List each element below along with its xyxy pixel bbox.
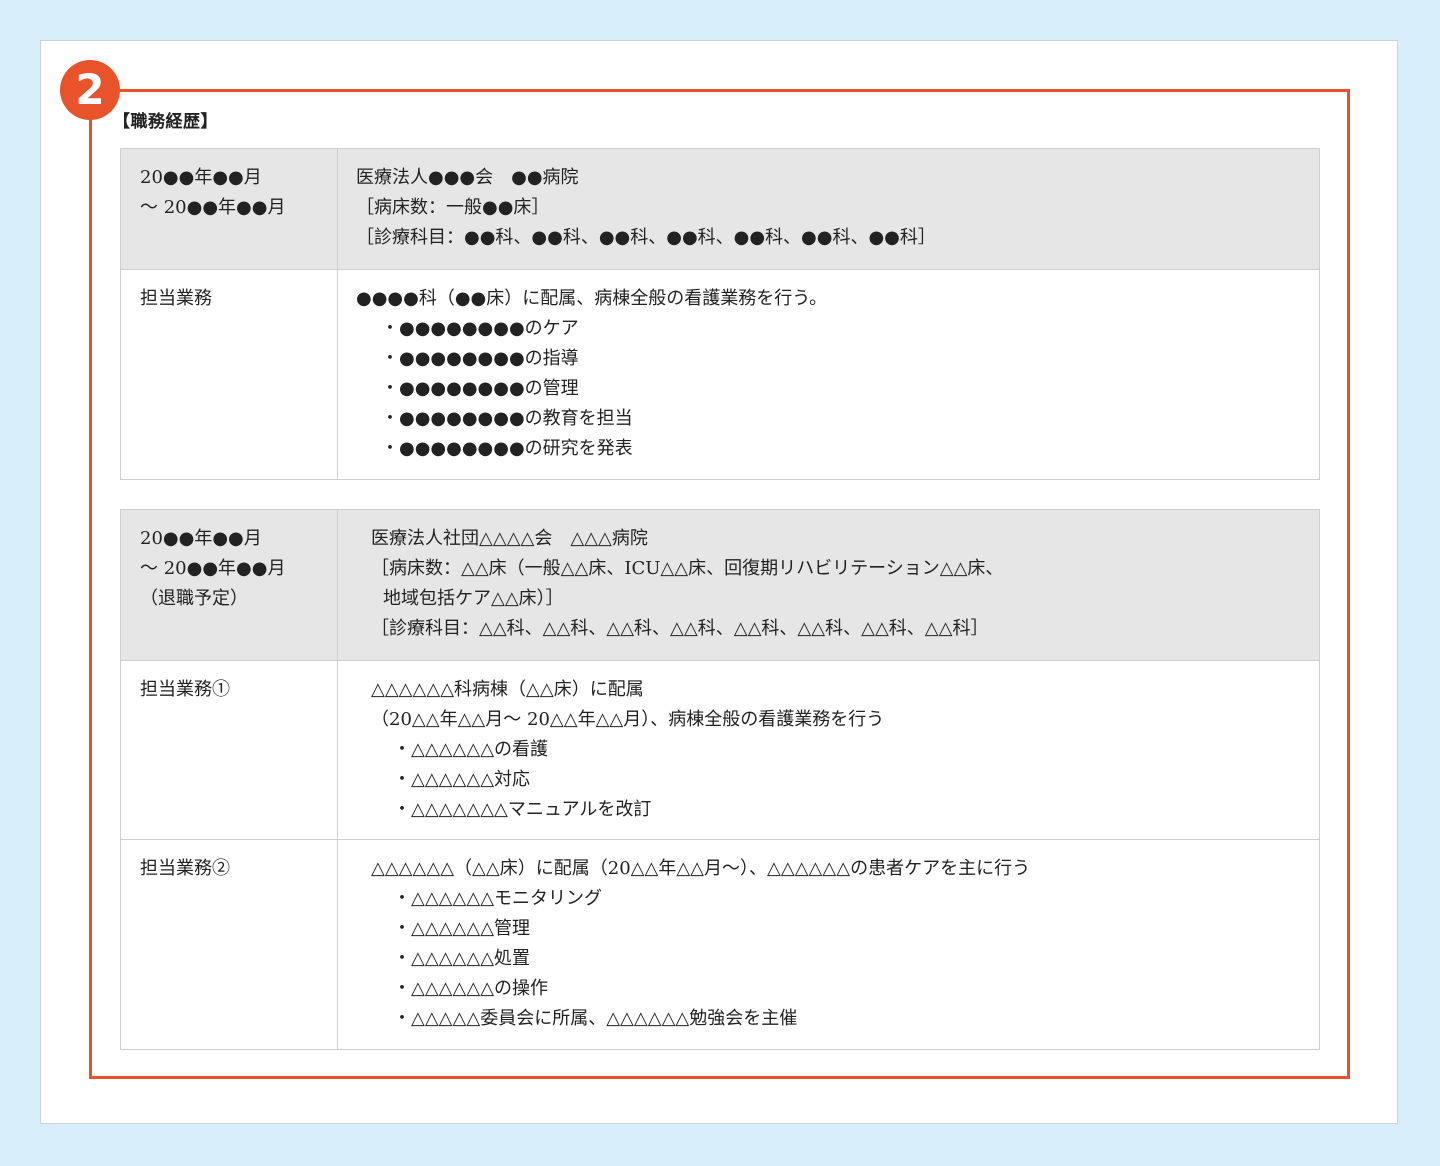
bed-count: ［病床数：一般●●床］ bbox=[356, 197, 550, 218]
list-item: ・△△△△△委員会に所属、△△△△△△勉強会を主催 bbox=[393, 1008, 798, 1029]
duty-label: 担当業務① bbox=[120, 660, 338, 840]
list-item: ・△△△△△△対応 bbox=[393, 769, 531, 790]
duty-summary: （20△△年△△月～ 20△△年△△月）、病棟全般の看護業務を行う bbox=[371, 709, 885, 730]
list-item: ・△△△△△△処置 bbox=[393, 948, 531, 969]
duty-content: △△△△△△科病棟（△△床）に配属 （20△△年△△月～ 20△△年△△月）、病… bbox=[337, 660, 1320, 840]
duty-bullet-list: ・△△△△△△の看護 ・△△△△△△対応 ・△△△△△△△マニュアルを改訂 bbox=[371, 735, 1301, 825]
departments: ［診療科目：△△科、△△科、△△科、△△科、△△科、△△科、△△科、△△科］ bbox=[371, 618, 989, 639]
duty-bullet-list: ・●●●●●●●●のケア ・●●●●●●●●の指導 ・●●●●●●●●の管理 ・… bbox=[356, 314, 1301, 464]
duty-summary: △△△△△△科病棟（△△床）に配属 bbox=[371, 679, 644, 700]
bed-count: ［病床数：△△床（一般△△床、ICU△△床、回復期リハビリテーション△△床、 bbox=[371, 558, 1004, 579]
duty-row: 担当業務① △△△△△△科病棟（△△床）に配属 （20△△年△△月～ 20△△年… bbox=[120, 660, 1320, 840]
bed-count-continued: 地域包括ケア△△床）］ bbox=[383, 588, 564, 609]
organization-name: 医療法人社団△△△△会 △△△病院 bbox=[371, 528, 648, 549]
period-end: ～ 20●●年●●月 bbox=[140, 558, 286, 579]
duty-summary: △△△△△△（△△床）に配属（20△△年△△月～）、△△△△△△の患者ケアを主に… bbox=[371, 858, 1031, 879]
period-end: ～ 20●●年●●月 bbox=[140, 197, 286, 218]
list-item: ・●●●●●●●●の教育を担当 bbox=[381, 408, 633, 429]
list-item: ・●●●●●●●●の指導 bbox=[381, 348, 579, 369]
period-start: 20●●年●●月 bbox=[140, 528, 262, 549]
employment-period: 20●●年●●月 ～ 20●●年●●月 bbox=[120, 148, 338, 270]
organization-info: 医療法人●●●会 ●●病院 ［病床数：一般●●床］ ［診療科目：●●科、●●科、… bbox=[337, 148, 1320, 270]
list-item: ・△△△△△△△マニュアルを改訂 bbox=[393, 799, 652, 820]
list-item: ・△△△△△△モニタリング bbox=[393, 888, 603, 909]
entry-header-row: 20●●年●●月 ～ 20●●年●●月 医療法人●●●会 ●●病院 ［病床数：一… bbox=[120, 148, 1320, 270]
career-entry-2: 20●●年●●月 ～ 20●●年●●月 （退職予定） 医療法人社団△△△△会 △… bbox=[120, 509, 1320, 1050]
duty-label: 担当業務 bbox=[120, 269, 338, 480]
period-note: （退職予定） bbox=[140, 588, 248, 609]
duty-label: 担当業務② bbox=[120, 839, 338, 1050]
duty-content: △△△△△△（△△床）に配属（20△△年△△月～）、△△△△△△の患者ケアを主に… bbox=[337, 839, 1320, 1050]
list-item: ・●●●●●●●●の研究を発表 bbox=[381, 438, 633, 459]
duty-content: ●●●●科（●●床）に配属、病棟全般の看護業務を行う。 ・●●●●●●●●のケア… bbox=[337, 269, 1320, 480]
organization-name: 医療法人●●●会 ●●病院 bbox=[356, 167, 579, 188]
departments: ［診療科目：●●科、●●科、●●科、●●科、●●科、●●科、●●科］ bbox=[356, 227, 936, 248]
section-title: 【職務経歴】 bbox=[113, 112, 218, 132]
list-item: ・●●●●●●●●の管理 bbox=[381, 378, 579, 399]
duty-row: 担当業務 ●●●●科（●●床）に配属、病棟全般の看護業務を行う。 ・●●●●●●… bbox=[120, 269, 1320, 480]
employment-period: 20●●年●●月 ～ 20●●年●●月 （退職予定） bbox=[120, 509, 338, 661]
career-entry-1: 20●●年●●月 ～ 20●●年●●月 医療法人●●●会 ●●病院 ［病床数：一… bbox=[120, 148, 1320, 480]
organization-info: 医療法人社団△△△△会 △△△病院 ［病床数：△△床（一般△△床、ICU△△床、… bbox=[337, 509, 1320, 661]
duty-row: 担当業務② △△△△△△（△△床）に配属（20△△年△△月～）、△△△△△△の患… bbox=[120, 839, 1320, 1050]
list-item: ・△△△△△△管理 bbox=[393, 918, 531, 939]
list-item: ・△△△△△△の看護 bbox=[393, 739, 549, 760]
step-number-badge: 2 bbox=[60, 60, 120, 120]
entry-header-row: 20●●年●●月 ～ 20●●年●●月 （退職予定） 医療法人社団△△△△会 △… bbox=[120, 509, 1320, 661]
list-item: ・△△△△△△の操作 bbox=[393, 978, 549, 999]
list-item: ・●●●●●●●●のケア bbox=[381, 318, 579, 339]
duty-bullet-list: ・△△△△△△モニタリング ・△△△△△△管理 ・△△△△△△処置 ・△△△△△… bbox=[371, 884, 1301, 1034]
period-start: 20●●年●●月 bbox=[140, 167, 262, 188]
duty-summary: ●●●●科（●●床）に配属、病棟全般の看護業務を行う。 bbox=[356, 288, 828, 309]
